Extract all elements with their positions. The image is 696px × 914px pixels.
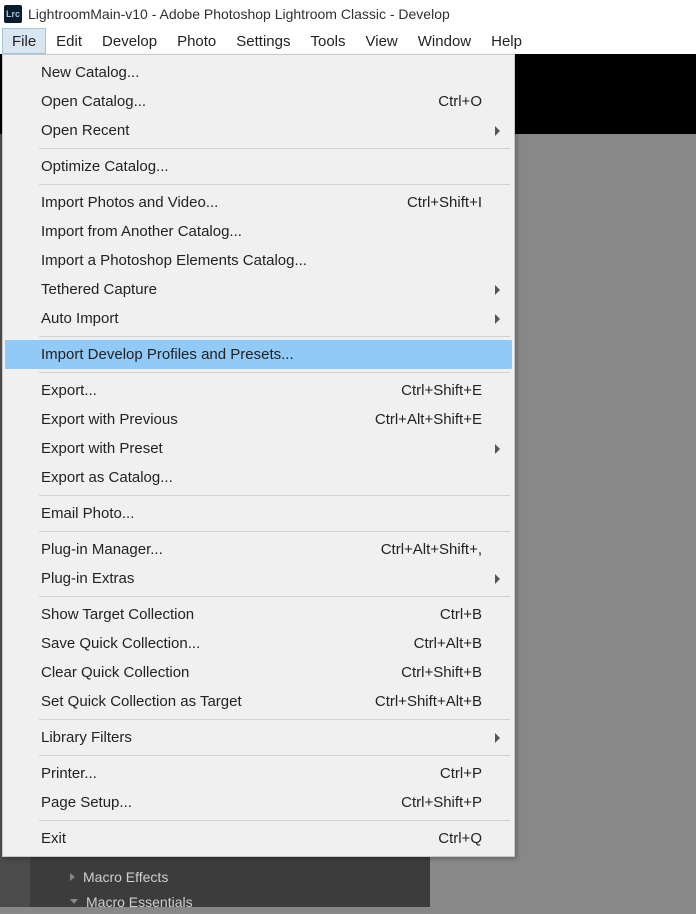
menuitem-open-catalog[interactable]: Open Catalog... Ctrl+O — [5, 87, 512, 116]
menuitem-label: Import a Photoshop Elements Catalog... — [41, 252, 307, 269]
menu-separator — [39, 495, 510, 496]
menuitem-auto-import[interactable]: Auto Import — [5, 304, 512, 333]
menuitem-label: Page Setup... — [41, 794, 132, 811]
menu-separator — [39, 148, 510, 149]
preset-group-macro-essentials[interactable]: Macro Essentials — [70, 889, 430, 914]
menu-photo[interactable]: Photo — [167, 28, 226, 54]
window-titlebar: Lrc LightroomMain-v10 - Adobe Photoshop … — [0, 0, 696, 28]
menu-settings[interactable]: Settings — [226, 28, 300, 54]
chevron-right-icon — [495, 733, 500, 743]
menu-develop[interactable]: Develop — [92, 28, 167, 54]
menuitem-import-a-photoshop-elements-catalog[interactable]: Import a Photoshop Elements Catalog... — [5, 246, 512, 275]
menuitem-label: Import Photos and Video... — [41, 194, 218, 211]
menuitem-shortcut: Ctrl+B — [440, 606, 482, 623]
menuitem-import-from-another-catalog[interactable]: Import from Another Catalog... — [5, 217, 512, 246]
preset-group-macro-effects[interactable]: Macro Effects — [70, 864, 430, 889]
menubar: FileEditDevelopPhotoSettingsToolsViewWin… — [0, 28, 696, 54]
chevron-right-icon — [495, 314, 500, 324]
menu-view[interactable]: View — [356, 28, 408, 54]
menuitem-shortcut: Ctrl+Alt+Shift+E — [375, 411, 482, 428]
menuitem-label: New Catalog... — [41, 64, 139, 81]
menuitem-save-quick-collection[interactable]: Save Quick Collection... Ctrl+Alt+B — [5, 629, 512, 658]
menu-separator — [39, 820, 510, 821]
menuitem-label: Email Photo... — [41, 505, 134, 522]
menu-file[interactable]: File — [2, 28, 46, 54]
menuitem-label: Open Catalog... — [41, 93, 146, 110]
preset-group-label: Macro Effects — [83, 869, 168, 885]
menuitem-shortcut: Ctrl+Q — [438, 830, 482, 847]
menuitem-exit[interactable]: Exit Ctrl+Q — [5, 824, 512, 853]
menu-separator — [39, 755, 510, 756]
menuitem-label: Optimize Catalog... — [41, 158, 169, 175]
menuitem-page-setup[interactable]: Page Setup... Ctrl+Shift+P — [5, 788, 512, 817]
menuitem-export-with-previous[interactable]: Export with Previous Ctrl+Alt+Shift+E — [5, 405, 512, 434]
menuitem-label: Clear Quick Collection — [41, 664, 189, 681]
menu-help[interactable]: Help — [481, 28, 532, 54]
window-title: LightroomMain-v10 - Adobe Photoshop Ligh… — [28, 6, 450, 22]
menuitem-printer[interactable]: Printer... Ctrl+P — [5, 759, 512, 788]
menuitem-label: Export as Catalog... — [41, 469, 173, 486]
menuitem-set-quick-collection-as-target[interactable]: Set Quick Collection as Target Ctrl+Shift… — [5, 687, 512, 716]
menuitem-library-filters[interactable]: Library Filters — [5, 723, 512, 752]
menuitem-new-catalog[interactable]: New Catalog... — [5, 58, 512, 87]
menuitem-label: Plug-in Extras — [41, 570, 134, 587]
menuitem-label: Set Quick Collection as Target — [41, 693, 242, 710]
menuitem-clear-quick-collection[interactable]: Clear Quick Collection Ctrl+Shift+B — [5, 658, 512, 687]
menuitem-shortcut: Ctrl+Shift+I — [407, 194, 482, 211]
menuitem-label: Auto Import — [41, 310, 119, 327]
menuitem-optimize-catalog[interactable]: Optimize Catalog... — [5, 152, 512, 181]
chevron-right-icon — [495, 574, 500, 584]
menuitem-email-photo[interactable]: Email Photo... — [5, 499, 512, 528]
menuitem-label: Export... — [41, 382, 97, 399]
menuitem-label: Import Develop Profiles and Presets... — [41, 346, 294, 363]
menuitem-shortcut: Ctrl+Shift+E — [401, 382, 482, 399]
menuitem-shortcut: Ctrl+P — [440, 765, 482, 782]
menu-window[interactable]: Window — [408, 28, 481, 54]
menu-separator — [39, 719, 510, 720]
menuitem-label: Save Quick Collection... — [41, 635, 200, 652]
menuitem-label: Plug-in Manager... — [41, 541, 163, 558]
menuitem-export-as-catalog[interactable]: Export as Catalog... — [5, 463, 512, 492]
menuitem-export-with-preset[interactable]: Export with Preset — [5, 434, 512, 463]
menuitem-label: Library Filters — [41, 729, 132, 746]
menuitem-shortcut: Ctrl+Alt+B — [414, 635, 482, 652]
menuitem-shortcut: Ctrl+O — [438, 93, 482, 110]
menu-edit[interactable]: Edit — [46, 28, 92, 54]
triangle-right-icon — [70, 873, 75, 881]
app-icon: Lrc — [4, 5, 22, 23]
menu-separator — [39, 596, 510, 597]
menuitem-label: Import from Another Catalog... — [41, 223, 242, 240]
menuitem-show-target-collection[interactable]: Show Target Collection Ctrl+B — [5, 600, 512, 629]
menuitem-shortcut: Ctrl+Alt+Shift+, — [381, 541, 482, 558]
menuitem-label: Printer... — [41, 765, 97, 782]
preset-group-label: Macro Essentials — [86, 894, 193, 910]
menuitem-plug-in-manager[interactable]: Plug-in Manager... Ctrl+Alt+Shift+, — [5, 535, 512, 564]
file-menu-dropdown: New Catalog...Open Catalog...Ctrl+OOpen … — [2, 54, 515, 857]
chevron-right-icon — [495, 285, 500, 295]
menuitem-label: Export with Preset — [41, 440, 163, 457]
menuitem-tethered-capture[interactable]: Tethered Capture — [5, 275, 512, 304]
chevron-right-icon — [495, 444, 500, 454]
menuitem-open-recent[interactable]: Open Recent — [5, 116, 512, 145]
menuitem-import-photos-and-video[interactable]: Import Photos and Video... Ctrl+Shift+I — [5, 188, 512, 217]
menuitem-shortcut: Ctrl+Shift+Alt+B — [375, 693, 482, 710]
triangle-down-icon — [70, 899, 78, 904]
menuitem-shortcut: Ctrl+Shift+P — [401, 794, 482, 811]
menuitem-label: Open Recent — [41, 122, 129, 139]
menuitem-label: Export with Previous — [41, 411, 178, 428]
menu-tools[interactable]: Tools — [300, 28, 355, 54]
menu-separator — [39, 184, 510, 185]
menuitem-label: Exit — [41, 830, 66, 847]
menuitem-label: Show Target Collection — [41, 606, 194, 623]
chevron-right-icon — [495, 126, 500, 136]
menuitem-label: Tethered Capture — [41, 281, 157, 298]
menuitem-shortcut: Ctrl+Shift+B — [401, 664, 482, 681]
menu-separator — [39, 531, 510, 532]
menu-separator — [39, 372, 510, 373]
menuitem-export[interactable]: Export... Ctrl+Shift+E — [5, 376, 512, 405]
menuitem-import-develop-profiles-and-presets[interactable]: Import Develop Profiles and Presets... — [5, 340, 512, 369]
menuitem-plug-in-extras[interactable]: Plug-in Extras — [5, 564, 512, 593]
menu-separator — [39, 336, 510, 337]
